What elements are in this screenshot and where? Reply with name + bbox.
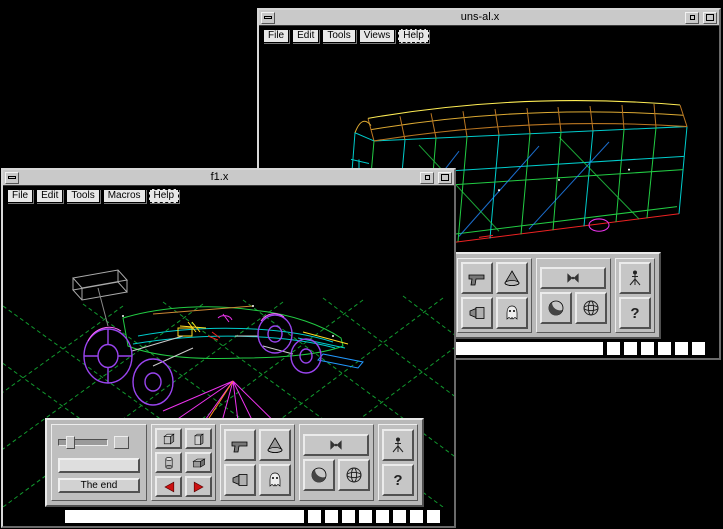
view-group: [299, 424, 374, 501]
window-menu-button[interactable]: [5, 172, 19, 184]
question-icon[interactable]: ?: [382, 464, 414, 496]
filmstrip-frame[interactable]: [641, 342, 654, 355]
cone-icon[interactable]: [496, 262, 528, 294]
question-glyph: ?: [393, 473, 402, 488]
playback-panel: The end: [51, 424, 147, 501]
menu-help[interactable]: Help: [398, 29, 429, 43]
maximize-button[interactable]: [703, 12, 717, 24]
maximize-button[interactable]: [438, 172, 452, 184]
minimize-icon: [425, 175, 430, 180]
slider-handle[interactable]: [66, 436, 75, 449]
menu-macros[interactable]: Macros: [103, 189, 146, 203]
arrow-right-icon[interactable]: [185, 476, 212, 497]
shaded-sphere-icon[interactable]: [540, 292, 572, 324]
question-glyph: ?: [630, 306, 639, 321]
view-group: [536, 258, 611, 333]
filmstrip-frame[interactable]: [427, 510, 440, 523]
titlebar[interactable]: f1.x: [3, 170, 454, 186]
cone-icon[interactable]: [259, 429, 291, 461]
window-f1: f1.x: [1, 168, 456, 528]
tripod-icon[interactable]: [619, 262, 651, 294]
menu-tools[interactable]: Tools: [66, 189, 99, 203]
menubar: File Edit Tools Macros Help: [7, 189, 179, 203]
window-menu-icon: [8, 176, 16, 179]
filmstrip-frame[interactable]: [692, 342, 705, 355]
wire-sphere-icon[interactable]: [338, 459, 370, 491]
question-icon[interactable]: ?: [619, 297, 651, 329]
filmstrip-frame[interactable]: [325, 510, 338, 523]
filmstrip-frame[interactable]: [376, 510, 389, 523]
viewport-3d[interactable]: File Edit Tools Macros Help The end: [3, 186, 454, 507]
frame-squares: [308, 510, 440, 523]
arrow-left-icon[interactable]: [155, 476, 182, 497]
ghost-icon[interactable]: [259, 464, 291, 496]
slider-track[interactable]: [58, 439, 108, 446]
the-end-button[interactable]: The end: [58, 478, 140, 493]
filmstrip-frame[interactable]: [607, 342, 620, 355]
tripod-icon[interactable]: [382, 429, 414, 461]
wire-sphere-icon[interactable]: [575, 292, 607, 324]
menu-help[interactable]: Help: [149, 189, 180, 203]
fan-icon[interactable]: [303, 434, 369, 456]
flashlight-icon[interactable]: [224, 464, 256, 496]
scrollbar-thumb[interactable]: [65, 510, 304, 523]
titlebar[interactable]: uns-al.x: [259, 10, 719, 26]
menu-file[interactable]: File: [7, 189, 33, 203]
menu-views[interactable]: Views: [359, 29, 396, 43]
fan-icon[interactable]: [540, 267, 606, 289]
slider-row: [58, 433, 140, 453]
knob-button[interactable]: [114, 436, 129, 449]
frame-strip: [3, 507, 454, 526]
shape-group: [151, 424, 216, 501]
filmstrip-frame[interactable]: [342, 510, 355, 523]
menu-tools[interactable]: Tools: [322, 29, 355, 43]
menubar: File Edit Tools Views Help: [263, 29, 429, 43]
help-group: ?: [378, 424, 418, 501]
airbrush-icon[interactable]: [224, 429, 256, 461]
menu-file[interactable]: File: [263, 29, 289, 43]
window-title: f1.x: [21, 170, 418, 185]
filmstrip-frame[interactable]: [393, 510, 406, 523]
block-icon[interactable]: [185, 452, 212, 473]
filmstrip-frame[interactable]: [675, 342, 688, 355]
filmstrip-frame[interactable]: [410, 510, 423, 523]
help-group: ?: [615, 258, 655, 333]
window-menu-icon: [264, 16, 272, 19]
minimize-icon: [690, 15, 695, 20]
filmstrip-frame[interactable]: [658, 342, 671, 355]
toolbar: ?: [451, 252, 661, 339]
flashlight-icon[interactable]: [461, 297, 493, 329]
tools-group: [220, 424, 295, 501]
minimize-button[interactable]: [685, 12, 699, 24]
box-icon[interactable]: [155, 428, 182, 449]
minimize-button[interactable]: [420, 172, 434, 184]
menu-edit[interactable]: Edit: [36, 189, 63, 203]
menu-edit[interactable]: Edit: [292, 29, 319, 43]
cylinder-icon[interactable]: [155, 452, 182, 473]
tools-group: [457, 258, 532, 333]
filmstrip-frame[interactable]: [624, 342, 637, 355]
ghost-icon[interactable]: [496, 297, 528, 329]
window-menu-button[interactable]: [261, 12, 275, 24]
airbrush-icon[interactable]: [461, 262, 493, 294]
slab-icon[interactable]: [185, 428, 212, 449]
blank-button[interactable]: [58, 458, 140, 473]
window-title: uns-al.x: [277, 10, 683, 25]
maximize-icon: [706, 14, 714, 21]
maximize-icon: [441, 174, 449, 181]
toolbar: The end: [45, 418, 424, 507]
shaded-sphere-icon[interactable]: [303, 459, 335, 491]
filmstrip-frame[interactable]: [359, 510, 372, 523]
frame-squares: [607, 342, 705, 355]
filmstrip-frame[interactable]: [308, 510, 321, 523]
